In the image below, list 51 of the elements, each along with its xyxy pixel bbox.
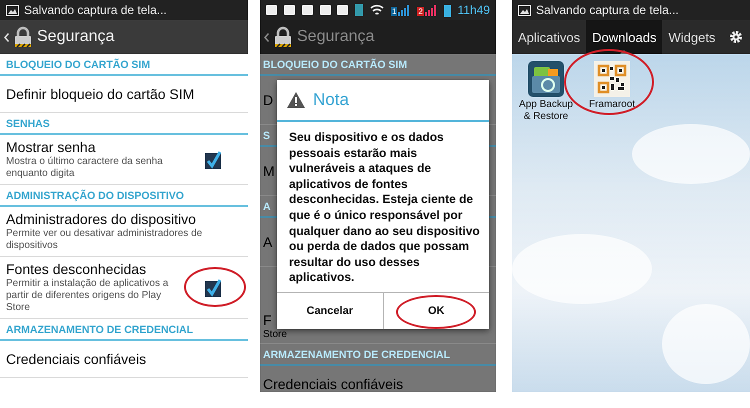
sim-label: 1	[391, 7, 398, 16]
tab[interactable]: Downloads	[586, 20, 662, 54]
app-icon[interactable]	[528, 61, 564, 97]
screen-title: Segurança	[37, 28, 114, 46]
wifi-icon	[370, 4, 384, 16]
notification-icon	[302, 5, 313, 15]
padlock-icon	[272, 26, 294, 48]
setting-title[interactable]: Credenciais confiáveis	[263, 376, 490, 392]
setting-summary: Store	[263, 329, 288, 341]
status-notification: Salvando captura de tela...	[536, 3, 679, 17]
checkbox[interactable]	[205, 150, 221, 168]
status-notification: Salvando captura de tela...	[24, 3, 167, 17]
signal-icon	[424, 4, 437, 16]
setting-summary: Mostra o último caractere da senha enquanto digita	[6, 156, 164, 180]
section-header: BLOQUEIO DO CARTÃO SIM	[0, 54, 248, 76]
sim-label: 2	[417, 7, 424, 16]
section-header: ADMINISTRAÇÃO DO DISPOSITIVO	[0, 185, 248, 207]
section-header: BLOQUEIO DO CARTÃO SIM	[260, 54, 496, 76]
dialog-button[interactable]: Cancelar	[277, 292, 382, 329]
setting-title[interactable]: Credenciais confiáveis	[6, 351, 242, 367]
padlock-icon	[12, 26, 34, 48]
section-header: ARMAZENAMENTO DE CREDENCIAL	[260, 344, 496, 366]
app-label[interactable]: App Backup & Restore	[516, 99, 576, 122]
battery-icon	[444, 4, 451, 16]
dialog-button[interactable]: OK	[382, 292, 489, 329]
setting-title[interactable]: Mostrar senha	[6, 139, 184, 155]
dialog-title: Nota	[313, 90, 349, 110]
notification-icon	[284, 5, 295, 15]
tab[interactable]: Aplicativos	[512, 20, 586, 54]
setting-title[interactable]: Administradores do dispositivo	[6, 211, 242, 227]
checkbox[interactable]	[205, 278, 221, 296]
notification-icon	[337, 5, 348, 15]
notification-icon	[355, 4, 364, 16]
image-icon	[518, 4, 531, 16]
section-header: ARMAZENAMENTO DE CREDENCIAL	[0, 319, 248, 341]
warning-icon	[287, 92, 305, 108]
notification-icon	[266, 5, 277, 15]
app-label[interactable]: Framaroot	[588, 99, 636, 110]
setting-summary: Permite ver ou desativar administradores de dispositivos	[6, 228, 204, 252]
screen-title: Segurança	[297, 28, 374, 46]
qr-code-icon[interactable]	[594, 61, 630, 97]
setting-title[interactable]: Definir bloqueio do cartão SIM	[6, 86, 242, 102]
setting-summary: Permitir a instalação de aplicativos a partir de diferentes origens do Play Store	[6, 278, 170, 314]
image-icon	[6, 4, 19, 16]
signal-icon	[398, 4, 410, 16]
section-header: SENHAS	[0, 113, 248, 135]
notification-icon	[320, 5, 331, 15]
setting-title[interactable]: Fontes desconhecidas	[6, 261, 184, 277]
tab[interactable]: Widgets	[662, 20, 722, 54]
back-icon[interactable]	[264, 32, 269, 42]
clock: 11h49	[458, 3, 490, 17]
